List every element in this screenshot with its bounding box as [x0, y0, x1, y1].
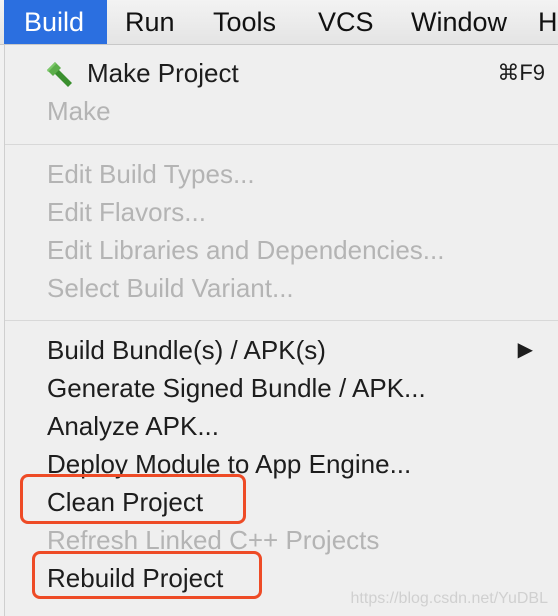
- menu-item-label: Generate Signed Bundle / APK...: [47, 373, 426, 403]
- menu-item-select-build-variant[interactable]: Select Build Variant...: [5, 269, 558, 307]
- menu-vcs[interactable]: VCS: [318, 0, 374, 44]
- menu-item-edit-flavors[interactable]: Edit Flavors...: [5, 193, 558, 231]
- menu-help[interactable]: H: [538, 0, 558, 44]
- watermark: https://blog.csdn.net/YuDBL: [350, 590, 548, 607]
- menu-item-generate-signed[interactable]: Generate Signed Bundle / APK...: [5, 369, 558, 407]
- menu-tools[interactable]: Tools: [213, 0, 276, 44]
- menu-item-label: Edit Build Types...: [47, 159, 255, 189]
- menu-item-label: Select Build Variant...: [47, 273, 294, 303]
- menu-item-label: Edit Libraries and Dependencies...: [47, 235, 445, 265]
- menu-separator: [5, 320, 558, 321]
- annotation-box-rebuild-project: [32, 551, 262, 599]
- menu-separator: [5, 144, 558, 145]
- menu-build[interactable]: Build: [4, 0, 107, 44]
- menu-item-label: Make: [47, 96, 111, 126]
- menu-item-edit-libraries[interactable]: Edit Libraries and Dependencies...: [5, 231, 558, 269]
- menu-run[interactable]: Run: [125, 0, 175, 44]
- menu-item-label: Make Project: [87, 58, 239, 88]
- annotation-box-clean-project: [20, 474, 246, 524]
- menu-item-label: Analyze APK...: [47, 411, 219, 441]
- menu-item-label: Edit Flavors...: [47, 197, 206, 227]
- menu-item-analyze-apk[interactable]: Analyze APK...: [5, 407, 558, 445]
- hammer-icon: [47, 62, 72, 87]
- menu-window[interactable]: Window: [411, 0, 507, 44]
- menu-bar: Build Run Tools VCS Window H: [0, 0, 558, 45]
- shortcut-label: ⌘F9: [497, 60, 545, 85]
- menu-item-edit-build-types[interactable]: Edit Build Types...: [5, 155, 558, 193]
- menu-item-make-project[interactable]: Make Project ⌘F9: [5, 54, 558, 92]
- build-menu-dropdown: Make Project ⌘F9 Make Edit Build Types..…: [4, 45, 558, 616]
- menu-item-label: Build Bundle(s) / APK(s): [47, 335, 326, 365]
- menu-item-make[interactable]: Make: [5, 92, 558, 130]
- menu-item-build-bundle[interactable]: Build Bundle(s) / APK(s) ▶: [5, 331, 558, 369]
- submenu-arrow-icon: ▶: [517, 339, 533, 361]
